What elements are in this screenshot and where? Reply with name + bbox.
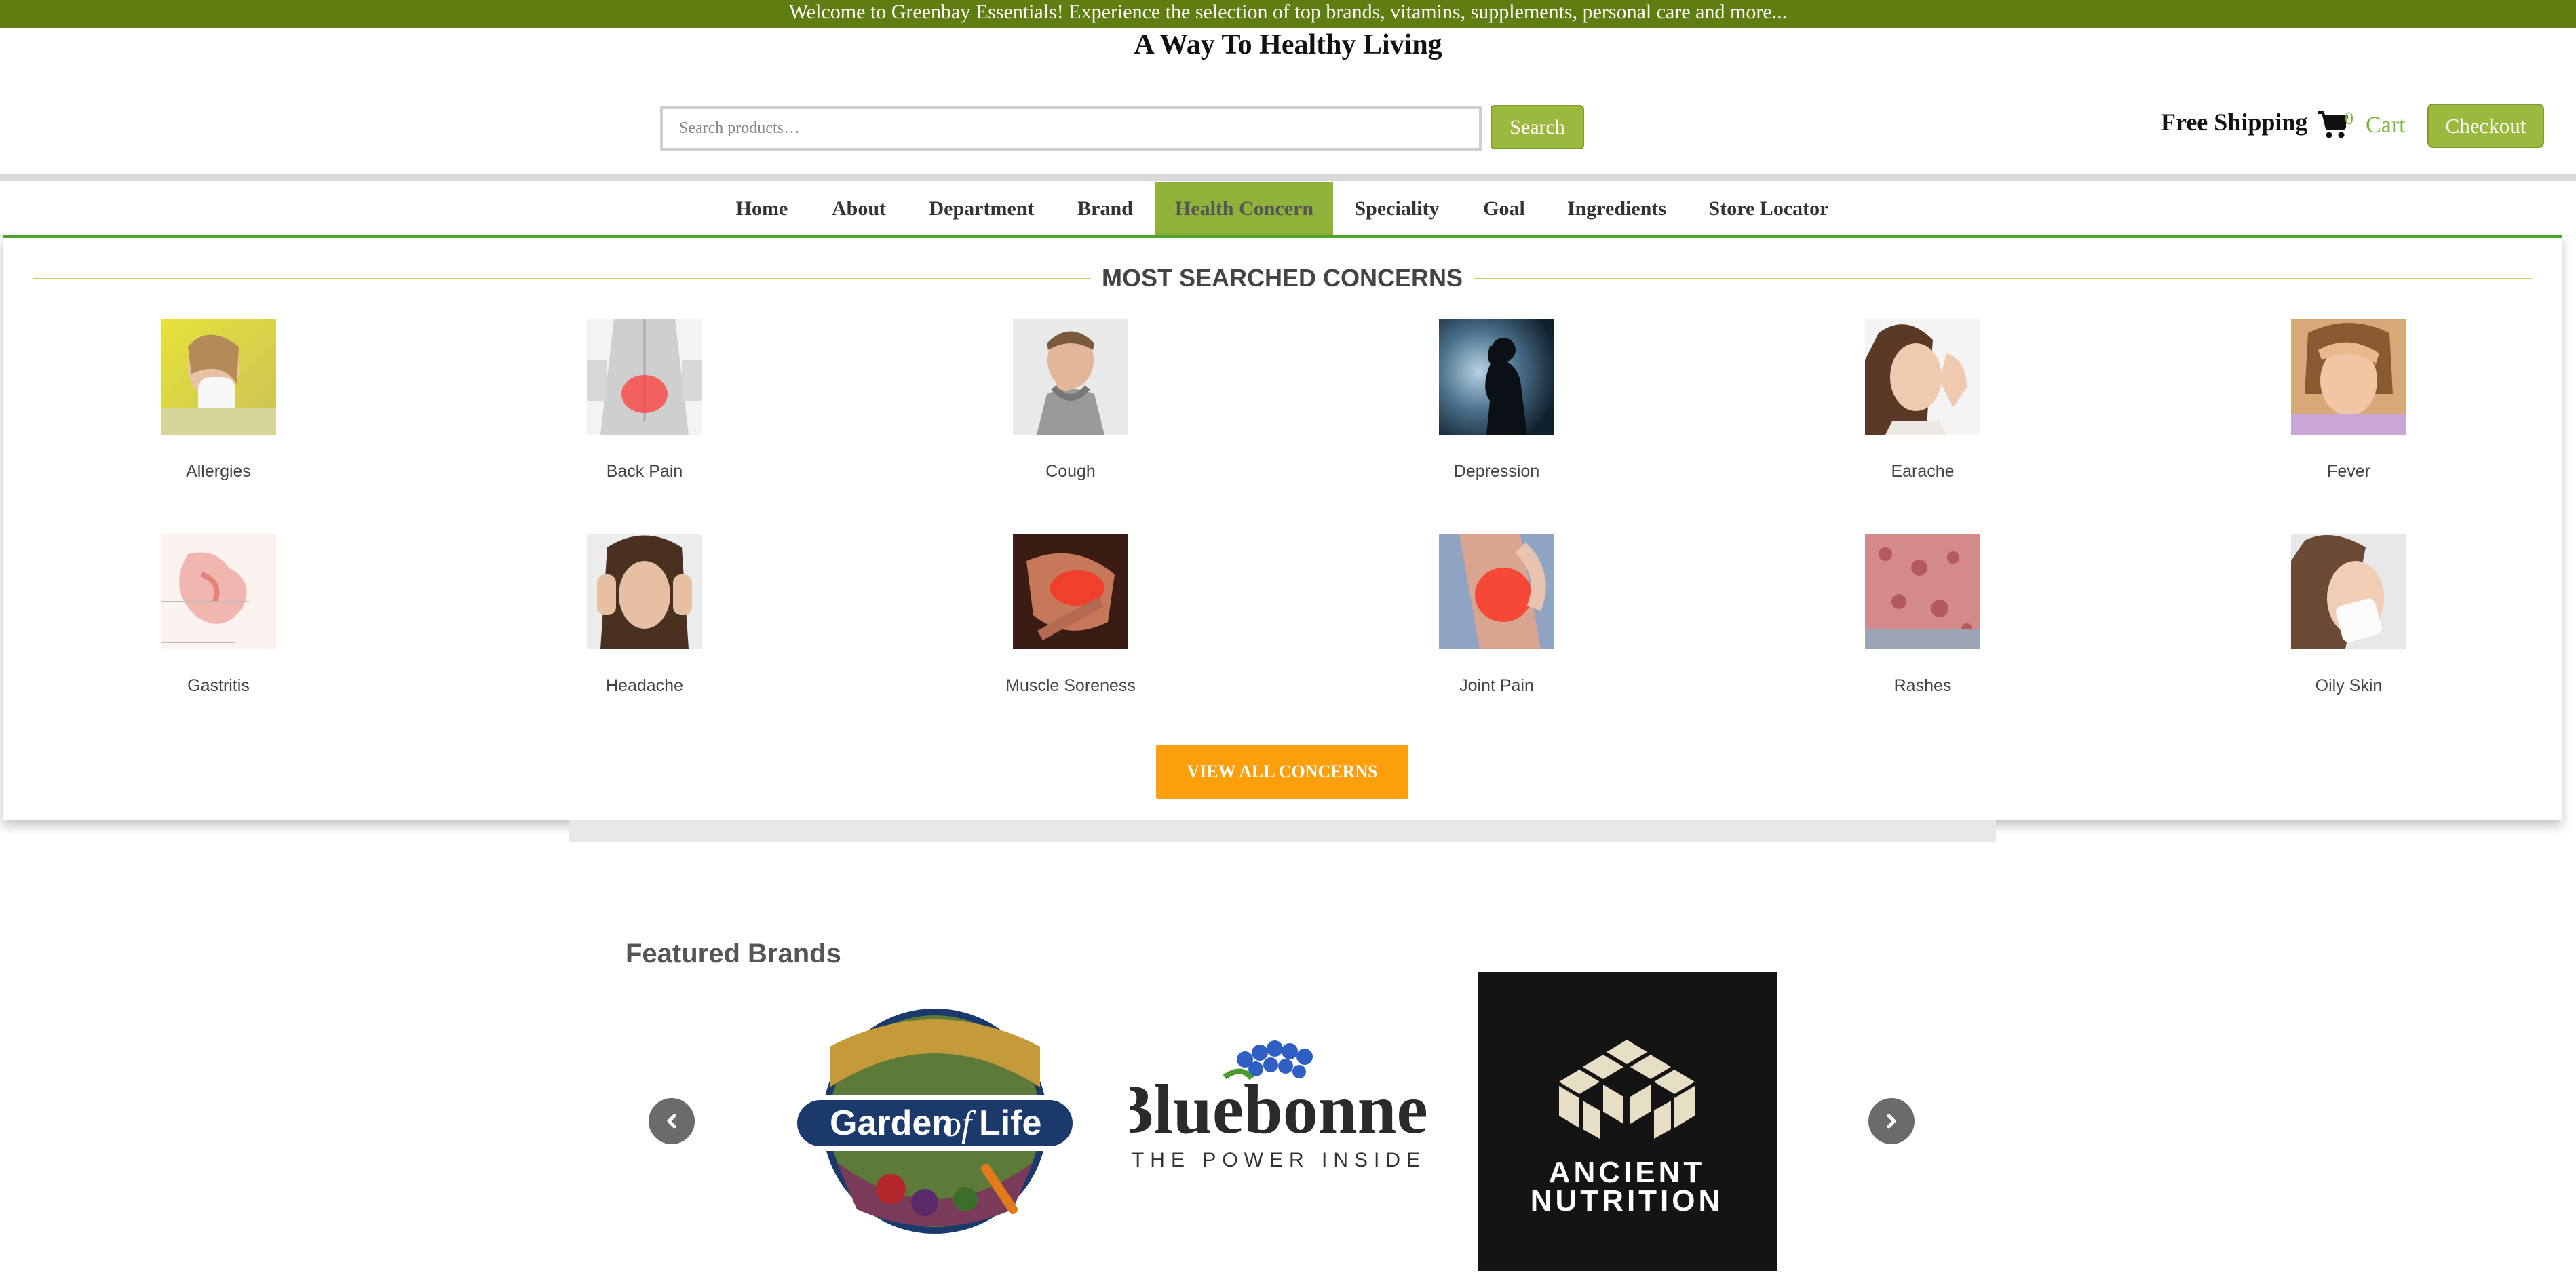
search-button[interactable]: Search bbox=[1491, 105, 1584, 149]
concern-label: Joint Pain bbox=[1459, 676, 1534, 695]
nav-ingredients[interactable]: Ingredients bbox=[1566, 182, 1668, 236]
concern-label: Fever bbox=[2327, 462, 2370, 481]
garden-text: Garden bbox=[830, 1104, 953, 1143]
gastritis-image bbox=[161, 534, 276, 649]
concern-depression[interactable]: Depression bbox=[1395, 319, 1598, 482]
concern-label: Muscle Soreness bbox=[1005, 676, 1136, 695]
nav-health-concern[interactable]: Health Concern bbox=[1155, 182, 1333, 236]
concern-earache[interactable]: Earache bbox=[1821, 319, 2024, 482]
nav-speciality[interactable]: Speciality bbox=[1351, 182, 1442, 236]
concern-joint-pain[interactable]: Joint Pain bbox=[1395, 534, 1598, 696]
brand-bluebonnet[interactable]: Bluebonnet THE POWER INSIDE bbox=[1107, 1038, 1452, 1187]
nutrition-text: NUTRITION bbox=[1531, 1184, 1724, 1217]
bluebonnet-logo: Bluebonnet THE POWER INSIDE bbox=[1107, 1040, 1452, 1171]
oily-skin-image bbox=[2291, 534, 2406, 649]
featured-brands-title: Featured Brands bbox=[626, 939, 841, 969]
cart-count: 0 bbox=[2345, 109, 2353, 128]
nav-store-locator[interactable]: Store Locator bbox=[1708, 182, 1829, 236]
nav-department[interactable]: Department bbox=[927, 182, 1037, 236]
earache-image bbox=[1865, 319, 1980, 435]
fever-image bbox=[2291, 319, 2406, 435]
concern-label: Cough bbox=[1045, 462, 1096, 481]
concern-label: Rashes bbox=[1893, 676, 1952, 695]
chevron-right-icon bbox=[1887, 1114, 1896, 1129]
site-tagline: A Way To Healthy Living bbox=[1134, 29, 1442, 60]
chevron-left-icon bbox=[667, 1114, 676, 1129]
free-shipping-text: Free Shipping bbox=[2161, 109, 2308, 136]
checkout-button[interactable]: Checkout bbox=[2427, 104, 2544, 148]
cart-link[interactable]: Cart bbox=[2366, 113, 2406, 138]
concern-gastritis[interactable]: Gastritis bbox=[117, 534, 320, 696]
concern-label: Depression bbox=[1453, 462, 1540, 481]
hero-banner-edge bbox=[569, 820, 1996, 842]
concern-label: Allergies bbox=[186, 462, 251, 481]
concerns-heading: MOST SEARCHED CONCERNS bbox=[1101, 264, 1463, 292]
concern-oily-skin[interactable]: Oily Skin bbox=[2247, 534, 2450, 696]
cart-icon[interactable] bbox=[2316, 110, 2349, 140]
garden-of-life-logo: Garden of Life bbox=[792, 1009, 1078, 1234]
concern-label: Gastritis bbox=[187, 676, 250, 695]
muscle-soreness-image bbox=[1013, 534, 1128, 649]
announcement-bar: Welcome to Greenbay Essentials! Experien… bbox=[0, 0, 2576, 28]
nav-home[interactable]: Home bbox=[727, 182, 796, 236]
headache-image bbox=[587, 534, 702, 649]
concern-label: Oily Skin bbox=[2315, 676, 2383, 695]
of-text: of bbox=[943, 1104, 976, 1144]
concern-label: Earache bbox=[1891, 462, 1955, 481]
concern-fever[interactable]: Fever bbox=[2247, 319, 2450, 482]
brand-garden-of-life[interactable]: Garden of Life bbox=[789, 1006, 1081, 1236]
concern-cough[interactable]: Cough bbox=[969, 319, 1172, 482]
joint-pain-image bbox=[1439, 534, 1554, 649]
nav-about[interactable]: About bbox=[826, 182, 891, 236]
rashes-image bbox=[1865, 534, 1980, 649]
ancient-nutrition-logo: ANCIENT NUTRITION bbox=[1531, 1040, 1724, 1217]
search-input[interactable] bbox=[660, 106, 1482, 151]
carousel-prev-button[interactable] bbox=[649, 1098, 695, 1144]
brand-ancient-nutrition[interactable]: ANCIENT NUTRITION bbox=[1478, 972, 1777, 1271]
bluebonnet-wordmark: Bluebonnet bbox=[1130, 1070, 1428, 1148]
nav-goal[interactable]: Goal bbox=[1479, 182, 1529, 236]
health-concern-dropdown: MOST SEARCHED CONCERNS Allergies Back Pa… bbox=[3, 235, 2562, 820]
bluebonnet-tagline: THE POWER INSIDE bbox=[1132, 1149, 1426, 1171]
back-pain-image bbox=[587, 319, 702, 435]
concern-allergies[interactable]: Allergies bbox=[117, 319, 320, 482]
concern-headache[interactable]: Headache bbox=[543, 534, 746, 696]
header-divider bbox=[0, 174, 2576, 181]
main-nav: Home About Department Brand Health Conce… bbox=[0, 182, 2576, 236]
concern-label: Back Pain bbox=[606, 462, 683, 481]
view-all-concerns-button[interactable]: VIEW ALL CONCERNS bbox=[1156, 745, 1408, 799]
concern-back-pain[interactable]: Back Pain bbox=[543, 319, 746, 482]
concern-label: Headache bbox=[606, 676, 683, 695]
cough-image bbox=[1013, 319, 1128, 435]
life-text: Life bbox=[979, 1104, 1041, 1143]
carousel-next-button[interactable] bbox=[1868, 1098, 1915, 1144]
nav-brand[interactable]: Brand bbox=[1073, 182, 1137, 236]
depression-image bbox=[1439, 319, 1554, 435]
concern-rashes[interactable]: Rashes bbox=[1821, 534, 2024, 696]
concern-muscle-soreness[interactable]: Muscle Soreness bbox=[969, 534, 1172, 696]
allergies-image bbox=[161, 319, 276, 435]
